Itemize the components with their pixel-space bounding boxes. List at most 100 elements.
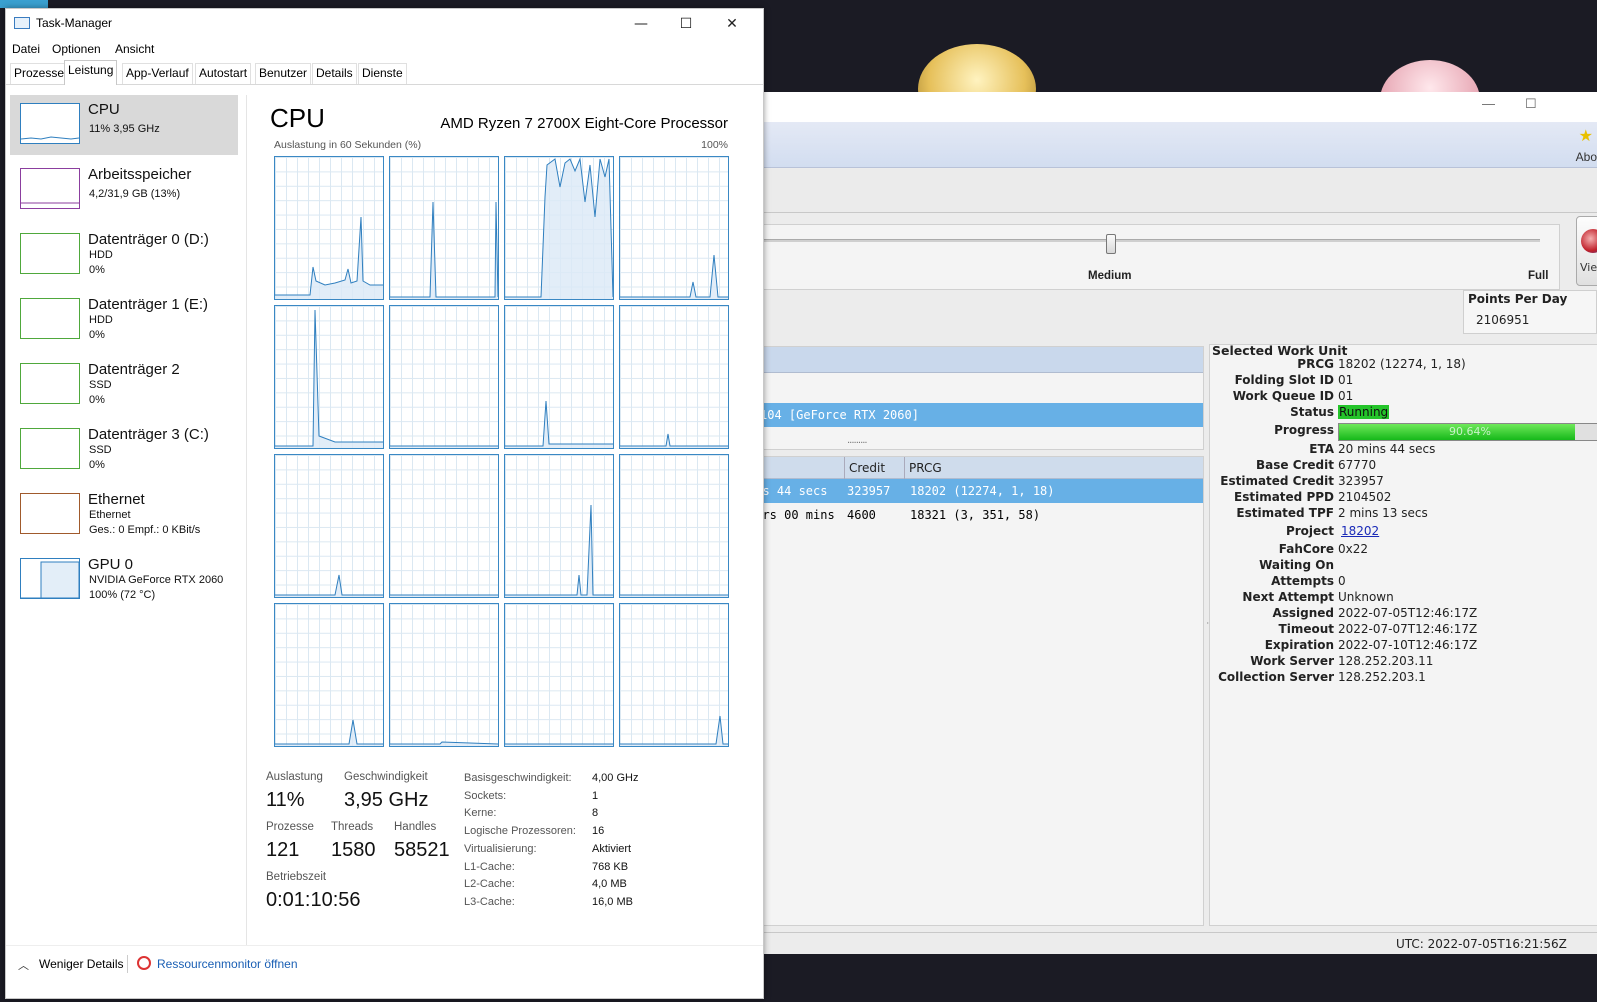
window-title: Task-Manager: [36, 16, 113, 30]
folding-power-track[interactable]: [760, 239, 1540, 242]
viewer-button[interactable]: View: [1576, 216, 1597, 286]
cpu-detail-label: Basisgeschwindigkeit:: [464, 772, 572, 784]
selected-wu-value: 2022-07-05T12:46:17Z: [1338, 606, 1478, 620]
menu-optionen[interactable]: Optionen: [52, 42, 101, 56]
selected-wu-value: Unknown: [1338, 590, 1394, 604]
sidebar-item-disk-2[interactable]: Datenträger 2 SSD 0%: [10, 355, 238, 415]
selected-wu-key: FahCore: [1278, 542, 1334, 556]
tab-prozesse[interactable]: Prozesse: [10, 63, 69, 84]
sidebar-item-label: Ethernet: [88, 491, 145, 508]
sidebar-item-detail: 4,2/31,9 GB (13%): [89, 188, 181, 200]
sidebar-item-label: GPU 0: [88, 556, 134, 573]
logical-processor-graph: [504, 305, 614, 449]
about-button[interactable]: Abo: [1576, 150, 1597, 164]
sidebar-item-cpu[interactable]: CPU 11% 3,95 GHz: [10, 95, 238, 155]
sidebar-thumbnail: [20, 428, 80, 469]
stat-handles-label: Handles: [394, 821, 437, 833]
fah-maximize-button[interactable]: ☐: [1525, 96, 1537, 112]
logical-processor-graph: [619, 603, 729, 747]
slot-row[interactable]: 104 [GeForce RTX 2060]: [760, 403, 1203, 427]
wu-prcg: 18321 (3, 351, 58): [910, 508, 1041, 522]
work-queue-header: Credit PRCG: [760, 457, 1203, 479]
selected-wu-key: Waiting On: [1259, 558, 1334, 572]
selected-wu-row: Waiting On: [1210, 558, 1597, 574]
logical-processor-graph: [619, 454, 729, 598]
fah-toolbar: [760, 122, 1597, 168]
column-credit[interactable]: Credit: [844, 457, 885, 479]
star-icon[interactable]: ★: [1579, 126, 1593, 146]
work-unit-row[interactable]: ins 44 secs 323957 18202 (12274, 1, 18): [748, 479, 1203, 503]
stat-geschwindigkeit: 3,95 GHz: [344, 789, 429, 811]
sidebar-item-disk-0[interactable]: Datenträger 0 (D:) HDD 0%: [10, 225, 238, 285]
project-link[interactable]: 18202: [1341, 524, 1379, 538]
sidebar-item-detail: 0%: [89, 329, 105, 341]
sidebar-item-memory[interactable]: Arbeitsspeicher 4,2/31,9 GB (13%): [10, 160, 238, 220]
tab-app-verlauf[interactable]: App-Verlauf: [122, 63, 193, 84]
slots-header: [760, 347, 1203, 373]
selected-wu-key: Next Attempt: [1242, 590, 1334, 604]
cpu-detail-value: 8: [592, 807, 599, 820]
close-button[interactable]: ✕: [710, 13, 754, 35]
sidebar-item-label: Datenträger 0 (D:): [88, 231, 209, 248]
desktop-icon-fragment: [0, 0, 48, 8]
logical-processor-graph: [619, 156, 729, 300]
folding-power-slider[interactable]: [1106, 234, 1116, 254]
stat-prozesse-label: Prozesse: [266, 821, 314, 833]
selected-wu-key: Work Queue ID: [1232, 389, 1334, 403]
column-prcg[interactable]: PRCG: [904, 457, 942, 479]
selected-work-unit-title: Selected Work Unit: [1212, 343, 1348, 358]
ppd-label: Points Per Day: [1468, 292, 1568, 306]
selected-wu-row: Progress 90.64%: [1210, 423, 1597, 441]
sidebar-thumbnail: [20, 298, 80, 339]
slider-label-full: Full: [1528, 270, 1549, 282]
sidebar-item-disk-3[interactable]: Datenträger 3 (C:) SSD 0%: [10, 420, 238, 480]
selected-wu-key: Timeout: [1278, 622, 1334, 636]
selected-wu-row: PRCG 18202 (12274, 1, 18): [1210, 357, 1597, 373]
menu-ansicht[interactable]: Ansicht: [115, 42, 154, 56]
sidebar-thumbnail: [20, 103, 80, 144]
selected-wu-value: 323957: [1338, 474, 1384, 488]
tab-benutzer[interactable]: Benutzer: [255, 63, 312, 84]
task-manager-window: Task-Manager — ☐ ✕ Datei Optionen Ansich…: [5, 8, 764, 999]
selected-wu-value: 0x22: [1338, 542, 1369, 556]
minimize-button[interactable]: —: [619, 13, 663, 35]
cpu-detail-value: 1: [592, 789, 599, 802]
cpu-detail-label: Kerne:: [464, 807, 497, 820]
sidebar-thumbnail: [20, 363, 80, 404]
fewer-details-button[interactable]: Weniger Details: [39, 957, 123, 971]
selected-wu-row: Collection Server 128.252.203.1: [1210, 670, 1597, 686]
logical-processor-graph: [274, 305, 384, 449]
open-resource-monitor-link[interactable]: Ressourcenmonitor öffnen: [157, 957, 298, 971]
panel-resize-handle[interactable]: ·········: [847, 438, 868, 449]
cpu-detail-value: Aktiviert: [592, 842, 632, 855]
utilization-label: Auslastung in 60 Sekunden (%): [274, 139, 422, 151]
maximize-button[interactable]: ☐: [664, 13, 708, 35]
selected-wu-row: Estimated Credit 323957: [1210, 474, 1597, 490]
work-unit-row[interactable]: ours 00 mins 4600 18321 (3, 351, 58): [748, 503, 1203, 527]
tab-autostart[interactable]: Autostart: [195, 63, 252, 84]
slider-label-medium: Medium: [1088, 270, 1132, 282]
tab-leistung[interactable]: Leistung: [64, 60, 118, 85]
tab-dienste[interactable]: Dienste: [358, 63, 407, 84]
selected-wu-row: Project 18202: [1210, 524, 1597, 540]
selected-wu-key: ETA: [1309, 442, 1334, 456]
selected-wu-row: Estimated PPD 2104502: [1210, 490, 1597, 506]
tab-details[interactable]: Details: [312, 63, 357, 84]
chevron-up-icon[interactable]: ︿: [18, 957, 29, 973]
stat-prozesse: 121: [266, 839, 300, 861]
fah-minimize-button[interactable]: —: [1482, 96, 1495, 111]
selected-wu-key: Collection Server: [1218, 670, 1334, 684]
selected-wu-value: 128.252.203.11: [1338, 654, 1434, 668]
sidebar-item-detail: Ges.: 0 Empf.: 0 KBit/s: [89, 524, 201, 536]
sidebar-item-detail: HDD: [89, 314, 113, 326]
cpu-detail-value: 768 KB: [592, 860, 629, 873]
sidebar-item-gpu[interactable]: GPU 0 NVIDIA GeForce RTX 2060 100% (72 °C): [10, 550, 238, 610]
performance-sidebar: CPU 11% 3,95 GHz Arbeitsspeicher 4,2/31,9 G…: [10, 95, 242, 945]
menu-datei[interactable]: Datei: [12, 42, 40, 56]
sidebar-item-disk-1[interactable]: Datenträger 1 (E:) HDD 0%: [10, 290, 238, 350]
sidebar-divider: [246, 95, 247, 945]
status-badge: Running: [1338, 405, 1390, 419]
stat-betriebszeit-label: Betriebszeit: [266, 871, 327, 883]
sidebar-item-ethernet[interactable]: Ethernet Ethernet Ges.: 0 Empf.: 0 KBit/s: [10, 485, 238, 545]
stat-betriebszeit: 0:01:10:56: [266, 889, 361, 911]
